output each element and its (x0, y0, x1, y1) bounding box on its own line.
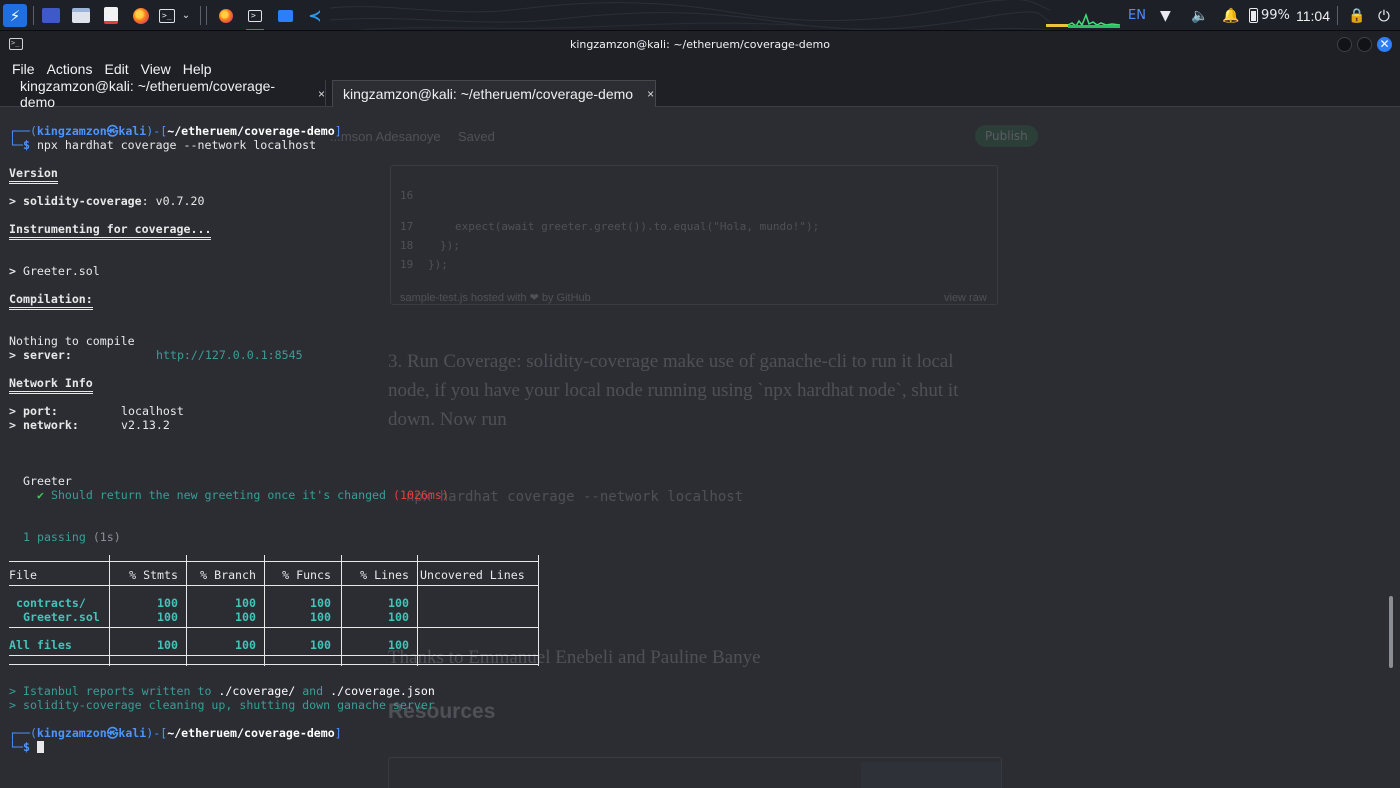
cell-branch: 100 (235, 596, 256, 610)
cell-lines: 100 (388, 596, 409, 610)
port-line: > port: localhost (9, 404, 184, 418)
table-border (417, 555, 418, 666)
cell-stmts: 100 (157, 610, 178, 624)
taskbar-terminal-button[interactable]: > (244, 4, 266, 30)
command-line: └─$ npx hardhat coverage --network local… (9, 138, 317, 152)
cell-branch: 100 (235, 610, 256, 624)
ghost-card-image (861, 762, 1001, 788)
version-line: > solidity-coverage: v0.7.20 (9, 194, 205, 208)
cell-branch: 100 (235, 638, 256, 652)
volume-icon[interactable]: 🔈 (1191, 0, 1208, 30)
nothing-to-compile: Nothing to compile (9, 334, 135, 348)
cell-lines: 100 (388, 638, 409, 652)
ghost-card-title: Code Coverage for Solidity (406, 779, 573, 788)
lock-screen-icon[interactable]: 🔒 (1348, 0, 1365, 30)
check-icon: ✔ (37, 488, 44, 502)
compilation-heading: Compilation: (9, 292, 93, 310)
prompt-user: kingzamzon (36, 124, 107, 138)
panel-separator (200, 6, 201, 25)
firefox-launcher-icon[interactable] (130, 4, 152, 27)
instrumenting-heading: Instrumenting for coverage... (9, 222, 212, 240)
istanbul-line: > Istanbul reports written to ./coverage… (9, 684, 435, 698)
table-border (109, 555, 110, 666)
table-border (341, 555, 342, 666)
taskbar-firefox-button[interactable] (216, 4, 236, 27)
battery-indicator[interactable]: 99% (1249, 0, 1290, 30)
table-header: File (9, 568, 37, 582)
terminal-scrollbar[interactable] (1389, 596, 1393, 668)
ghost-resource-card (388, 757, 1002, 788)
cell-funcs: 100 (310, 610, 331, 624)
maximize-button[interactable] (1357, 37, 1372, 52)
passing-summary: 1 passing (1s) (23, 530, 121, 544)
cell-lines: 100 (388, 610, 409, 624)
table-header: % Lines (360, 568, 409, 582)
terminal-output[interactable]: ┌──(kingzamzon㉿kali)-[~/etheruem/coverag… (9, 94, 1379, 754)
table-border (9, 627, 539, 628)
table-border (9, 561, 539, 562)
taskbar-files-button[interactable] (274, 4, 296, 27)
instrumented-file: > Greeter.sol (9, 264, 100, 278)
power-icon[interactable]: ⏻ (1378, 0, 1390, 30)
kali-menu-launcher-icon[interactable]: ⚡ (3, 4, 27, 27)
text-editor-icon[interactable] (100, 4, 122, 27)
cell-funcs: 100 (310, 596, 331, 610)
network-line: > network: v2.13.2 (9, 418, 170, 432)
network-info-heading: Network Info (9, 376, 93, 394)
panel-separator (1337, 6, 1338, 25)
prompt-symbol: $ (22, 138, 30, 152)
notifications-bell-icon[interactable]: 🔔 (1222, 0, 1239, 30)
prompt-line: ┌──(kingzamzon㉿kali)-[~/etheruem/coverag… (9, 124, 342, 138)
cell-file: Greeter.sol (23, 610, 100, 624)
table-border (9, 664, 539, 665)
file-manager-icon[interactable] (70, 4, 92, 27)
panel-separator (33, 6, 34, 25)
table-border (9, 655, 539, 656)
battery-icon (1249, 8, 1258, 23)
keyboard-layout-indicator[interactable]: EN (1128, 0, 1146, 30)
cell-stmts: 100 (157, 596, 178, 610)
command-text: npx hardhat coverage --network localhost (36, 138, 317, 152)
table-header: % Stmts (129, 568, 178, 582)
table-header: % Funcs (282, 568, 331, 582)
table-border (9, 585, 539, 586)
panel-separator (206, 6, 207, 25)
version-heading: Version (9, 166, 58, 184)
cleanup-line: > solidity-coverage cleaning up, shuttin… (9, 698, 435, 712)
cell-funcs: 100 (310, 638, 331, 652)
prompt-at: ㉿ (106, 124, 119, 138)
table-border (186, 555, 187, 666)
prompt-line: ┌──(kingzamzon㉿kali)-[~/etheruem/coverag… (9, 726, 342, 740)
taskbar-vscode-button[interactable]: ≺ (304, 4, 326, 27)
panel-wallpaper-pattern (330, 0, 1050, 30)
input-line[interactable]: └─$ (9, 740, 44, 754)
wifi-icon[interactable]: ▼ (1160, 0, 1171, 30)
window-titlebar[interactable]: >_ kingzamzon@kali: ~/etheruem/coverage-… (0, 31, 1400, 58)
prompt-host: kali (118, 124, 147, 138)
test-result-line: ✔ Should return the new greeting once it… (37, 488, 449, 502)
table-border (264, 555, 265, 666)
battery-percent: 99% (1261, 8, 1290, 23)
table-header: Uncovered Lines (420, 568, 525, 582)
table-header: % Branch (200, 568, 256, 582)
clock[interactable]: 11:04 (1296, 0, 1330, 30)
minimize-button[interactable] (1337, 37, 1352, 52)
text-cursor (36, 741, 44, 753)
window-title: kingzamzon@kali: ~/etheruem/coverage-dem… (570, 38, 830, 51)
table-border (538, 555, 539, 666)
prompt-path: ~/etheruem/coverage-demo (167, 124, 335, 138)
network-monitor-graph (1046, 12, 1120, 28)
cell-stmts: 100 (157, 638, 178, 652)
cell-file: contracts/ (16, 596, 86, 610)
cell-file: All files (9, 638, 72, 652)
server-line: > server: http://127.0.0.1:8545 (9, 348, 303, 362)
terminal-launcher-icon[interactable]: >_ (158, 4, 176, 27)
workspace-1-button[interactable] (40, 4, 62, 27)
close-window-button[interactable]: ✕ (1377, 37, 1392, 52)
top-panel: ⚡ >_ ⌄ > ≺ EN ▼ 🔈 🔔 99% 11:04 🔒 ⏻ (0, 0, 1400, 31)
test-suite-name: Greeter (23, 474, 72, 488)
chevron-down-icon[interactable]: ⌄ (180, 4, 192, 27)
